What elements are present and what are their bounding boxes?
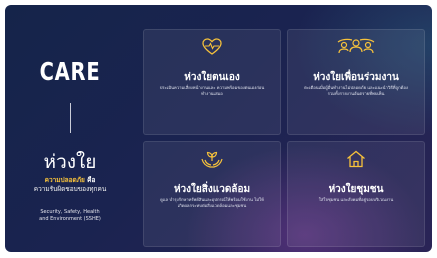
card-self-care: ห่วงใยตนเอง ประเมินความเสี่ยงหน้างานและ … xyxy=(143,29,281,135)
card-title: ห่วงใยเพื่อนร่วมงาน xyxy=(313,72,399,83)
section-title: ห่วงใย xyxy=(43,151,97,173)
english-line-1: Security, Safety, Health xyxy=(40,209,100,215)
subtitle-line-2: ความรับผิดชอบของทุกคน xyxy=(33,185,107,193)
card-community-care: ห่วงใยชุมชน ใส่ใจชุมชน และสังคมที่อยู่รอ… xyxy=(287,141,425,247)
card-description: ประเมินความเสี่ยงหน้างานและ ความพร้อมของ… xyxy=(159,85,265,96)
english-caption: Security, Safety, Health and Environment… xyxy=(5,209,135,223)
card-description: ใส่ใจชุมชน และสังคมที่อยู่รอบบริเวณงาน xyxy=(318,197,394,202)
divider-line xyxy=(70,103,71,133)
care-slide: CARE ห่วงใย ความปลอดภัย คือ ความรับผิดชอ… xyxy=(5,5,432,252)
card-title: ห่วงใยตนเอง xyxy=(184,72,240,83)
heart-line-icon xyxy=(144,38,280,60)
brand-title: CARE xyxy=(39,57,101,86)
house-icon xyxy=(288,150,424,172)
hands-plant-icon xyxy=(144,150,280,172)
card-title: ห่วงใยสิ่งแวดล้อม xyxy=(173,184,251,195)
subtitle-rest: คือ xyxy=(84,176,96,184)
left-panel: CARE ห่วงใย ความปลอดภัย คือ ความรับผิดชอ… xyxy=(5,5,135,252)
people-group-icon xyxy=(288,38,424,60)
card-environment-care: ห่วงใยสิ่งแวดล้อม ดูแล บำรุงรักษาทรัพย์ส… xyxy=(143,141,281,247)
card-coworker-care: ห่วงใยเพื่อนร่วมงาน ตะเตือนเมื่อผู้อื่นท… xyxy=(287,29,425,135)
card-description: ตะเตือนเมื่อผู้อื่นทำงานไม่ปลอดภัย และแน… xyxy=(304,85,408,96)
card-description: ดูแล บำรุงรักษาทรัพย์สินและอุปกรณ์ให้พร้… xyxy=(160,197,264,208)
card-title: ห่วงใยชุมชน xyxy=(328,184,384,195)
english-line-2: and Environment (SSHE) xyxy=(39,216,101,222)
subtitle-highlight: ความปลอดภัย xyxy=(44,176,85,184)
